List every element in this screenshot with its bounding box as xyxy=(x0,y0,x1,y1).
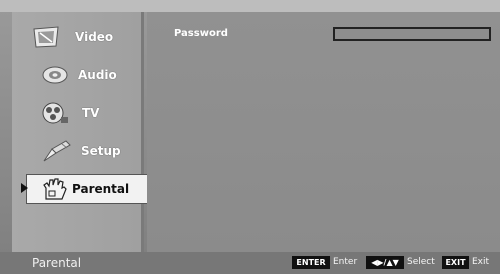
menu-item-video[interactable]: Video xyxy=(12,22,141,52)
menu-item-label: Parental xyxy=(72,182,130,196)
exit-hint-label: Exit xyxy=(472,257,490,267)
parental-icon xyxy=(40,176,70,202)
menu-item-parental[interactable]: Parental xyxy=(26,174,150,204)
menu-item-audio[interactable]: Audio xyxy=(12,60,141,90)
password-input[interactable] xyxy=(333,27,491,41)
exit-key-badge: EXIT xyxy=(442,256,469,269)
selection-arrow-icon xyxy=(21,183,28,193)
password-label: Password xyxy=(174,28,228,39)
tv-icon xyxy=(40,100,70,126)
navigate-key-badge: ◀▶/▲▼ xyxy=(366,256,404,269)
menu-item-label: Audio xyxy=(78,68,117,82)
menu-item-label: Setup xyxy=(81,144,121,158)
menu-item-setup[interactable]: Setup xyxy=(12,136,141,166)
audio-icon xyxy=(40,62,70,88)
setup-icon xyxy=(42,138,72,164)
sidebar-menu: Video Audio TV Setup Parental xyxy=(12,12,150,252)
menu-item-tv[interactable]: TV xyxy=(12,98,141,128)
select-hint-label: Select xyxy=(407,257,435,267)
footer-title: Parental xyxy=(32,256,82,270)
video-icon xyxy=(32,24,62,50)
content-panel xyxy=(147,12,500,252)
menu-item-label: Video xyxy=(75,30,114,44)
parental-menu-screen: Video Audio TV Setup Parental Password P… xyxy=(0,0,500,274)
enter-key-badge: ENTER xyxy=(292,256,330,269)
menu-item-label: TV xyxy=(82,106,100,120)
top-band xyxy=(0,0,500,12)
enter-hint-label: Enter xyxy=(333,257,358,267)
